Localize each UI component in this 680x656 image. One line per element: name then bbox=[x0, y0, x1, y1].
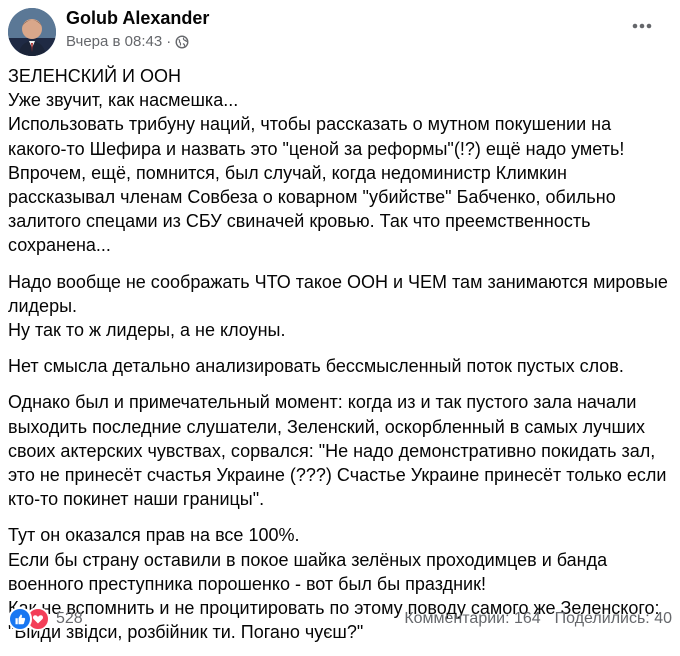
avatar[interactable] bbox=[8, 8, 56, 56]
post-meta: Вчера в 08:43 · bbox=[66, 33, 189, 50]
post-paragraph: Нет смысла детально анализировать бессмы… bbox=[8, 356, 624, 377]
reaction-count[interactable]: 528 bbox=[56, 610, 83, 628]
avatar-image bbox=[8, 8, 56, 56]
post-paragraph: Однако был и примечательный момент: когд… bbox=[8, 392, 667, 510]
globe-icon[interactable] bbox=[175, 35, 189, 49]
post-timestamp[interactable]: Вчера в 08:43 bbox=[66, 33, 162, 50]
more-options-button[interactable] bbox=[624, 8, 660, 44]
comments-count[interactable]: Комментарии: 164 bbox=[404, 610, 540, 628]
meta-separator: · bbox=[166, 33, 172, 50]
shares-count[interactable]: Поделились: 40 bbox=[555, 610, 672, 628]
engagement-stats: Комментарии: 164 Поделились: 40 bbox=[404, 610, 672, 628]
reactions-summary[interactable]: 528 bbox=[8, 607, 83, 631]
more-icon bbox=[632, 23, 652, 29]
post-paragraph: Надо вообще не соображать ЧТО такое ООН … bbox=[8, 271, 668, 341]
post-text: ЗЕЛЕНСКИЙ И ООН Уже звучит, как насмешка… bbox=[8, 64, 672, 656]
facebook-post: Golub Alexander Вчера в 08:43 · ЗЕЛЕНСКИ… bbox=[0, 0, 680, 642]
post-footer: 528 Комментарии: 164 Поделились: 40 bbox=[8, 607, 672, 631]
author-name[interactable]: Golub Alexander bbox=[66, 8, 209, 29]
post-paragraph: ЗЕЛЕНСКИЙ И ООН Уже звучит, как насмешка… bbox=[8, 66, 625, 256]
like-icon bbox=[8, 607, 32, 631]
